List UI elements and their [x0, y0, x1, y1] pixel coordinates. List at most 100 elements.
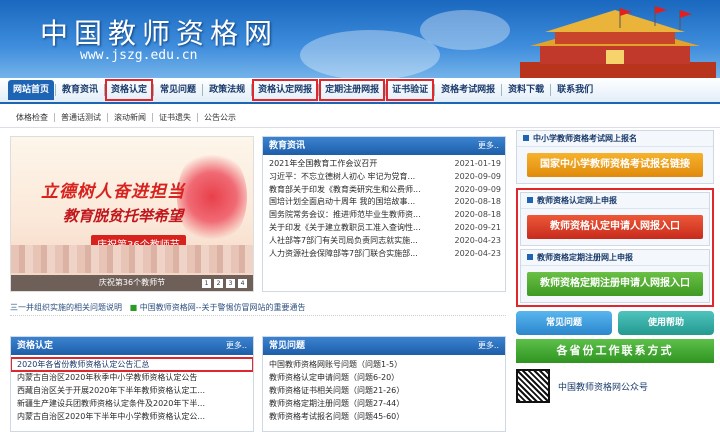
slider-dot[interactable]: 1 — [202, 279, 211, 288]
city-skyline-graphic — [11, 245, 253, 273]
nav-cert-apply[interactable]: 资格认定网报 — [252, 79, 319, 101]
section-title-text: 教师资格认定网上申报 — [537, 196, 617, 205]
faq-button[interactable]: 常见问题 — [516, 311, 612, 335]
subnav-rolling-news[interactable]: 滚动新闻 — [108, 112, 152, 123]
wechat-block: 中国教师资格网公众号 — [516, 369, 714, 403]
ticker-item[interactable]: 中国教师资格网--关于警惕仿冒网站的重要通告 — [140, 303, 306, 312]
list-item[interactable]: 教师资格定期注册问题（问题27-44） — [263, 397, 505, 410]
nav-home[interactable]: 网站首页 — [8, 80, 55, 100]
image-slider[interactable]: 立德树人奋进担当 教育脱贫托举希望 庆祝第36个教师节 庆祝第36个教师节 1 … — [10, 136, 254, 292]
news-row[interactable]: 2021年全国教育工作会议召开 2021-01-19 — [263, 158, 505, 171]
bullet-icon: ■ — [129, 303, 138, 312]
faq-list: 中国教师资格网账号问题（问题1-5） 教师资格认定申请问题（问题6-20） 教师… — [263, 355, 505, 423]
qualification-list: 2020年各省份教师资格认定公告汇总 内蒙古自治区2020年秋季中小学教师资格认… — [11, 355, 253, 423]
highlight-box: 教师资格认定网上申报 教师资格认定申请人网报入口 教师资格定期注册网上申报 教师… — [516, 188, 714, 307]
slider-dot[interactable]: 2 — [214, 279, 223, 288]
nav-divider — [318, 84, 320, 96]
news-row[interactable]: 习近平：不忘立德树人初心 牢记为党育... 2020-09-09 — [263, 171, 505, 184]
news-ticker: 三一并组织实施的相关问题说明 ■ 中国教师资格网--关于警惕仿冒网站的重要通告 — [10, 302, 506, 316]
nav-news[interactable]: 教育资讯 — [57, 80, 103, 100]
section-title-text: 教师资格定期注册网上申报 — [537, 253, 633, 262]
nav-divider — [153, 84, 155, 96]
news-date: 2021-01-19 — [454, 159, 502, 168]
nav-divider — [55, 84, 57, 96]
nav-divider — [501, 84, 503, 96]
subnav-lost-certificate[interactable]: 证书遗失 — [153, 112, 197, 123]
subnav-mandarin-test[interactable]: 普通话测试 — [55, 112, 107, 123]
more-link[interactable]: 更多.. — [478, 337, 505, 355]
help-button[interactable]: 使用帮助 — [618, 311, 714, 335]
quick-buttons: 常见问题 使用帮助 — [516, 311, 714, 335]
nav-qualification[interactable]: 资格认定 — [105, 79, 154, 101]
news-title[interactable]: 人社部等7部门有关司局负责同志就实施... — [269, 235, 449, 248]
list-item[interactable]: 内蒙古自治区2020年下半年中小学教师资格认定公... — [11, 410, 253, 423]
nav-contact[interactable]: 联系我们 — [552, 80, 598, 100]
sub-nav: 体格检查 普通话测试 滚动新闻 证书遗失 公告公示 — [0, 108, 720, 128]
qualification-panel: 资格认定 更多.. 2020年各省份教师资格认定公告汇总 内蒙古自治区2020年… — [10, 336, 254, 432]
news-list: 2021年全国教育工作会议召开 2021-01-19 习近平：不忘立德树人初心 牢… — [263, 155, 505, 260]
nav-divider — [550, 84, 552, 96]
nav-exam-apply[interactable]: 资格考试网报 — [436, 80, 500, 100]
panel-header: 常见问题 更多.. — [263, 337, 505, 355]
news-date: 2020-04-23 — [454, 235, 502, 245]
list-item[interactable]: 西藏自治区关于开展2020年下半年教师资格认定工... — [11, 384, 253, 397]
nav-policy[interactable]: 政策法规 — [204, 80, 250, 100]
list-item[interactable]: 2020年各省份教师资格认定公告汇总 — [11, 357, 253, 372]
list-item[interactable]: 内蒙古自治区2020年秋季中小学教师资格认定公告 — [11, 371, 253, 384]
square-bullet-icon — [527, 197, 533, 203]
news-row[interactable]: 人力资源社会保障部等7部门联合实施部... 2020-04-23 — [263, 248, 505, 261]
news-title[interactable]: 关于印发《关于建立教职员工准入查询性... — [269, 222, 449, 235]
cert-section: 教师资格认定网上申报 教师资格认定申请人网报入口 — [520, 192, 710, 246]
news-title[interactable]: 教育部关于印发《教育类研究生和公费师... — [269, 184, 449, 197]
list-item[interactable]: 中国教师资格网账号问题（问题1-5） — [263, 358, 505, 371]
panel-title: 教育资讯 — [269, 141, 306, 151]
ticker-item[interactable]: 三一并组织实施的相关问题说明 — [10, 303, 122, 312]
panel-header: 教育资讯 更多.. — [263, 137, 505, 155]
section-title: 教师资格定期注册网上申报 — [521, 250, 709, 266]
news-title[interactable]: 人力资源社会保障部等7部门联合实施部... — [269, 248, 449, 261]
cert-apply-button[interactable]: 教师资格认定申请人网报入口 — [527, 215, 703, 239]
news-row[interactable]: 关于印发《关于建立教职员工准入查询性... 2020-09-21 — [263, 222, 505, 235]
list-item[interactable]: 教师资格考试报名问题（问题45-60） — [263, 410, 505, 423]
nav-divider — [251, 84, 253, 96]
registration-section: 教师资格定期注册网上申报 教师资格定期注册申请人网报入口 — [520, 249, 710, 303]
square-bullet-icon — [527, 254, 533, 260]
slider-dot[interactable]: 4 — [238, 279, 247, 288]
list-item[interactable]: 教师资格认定申请问题（问题6-20） — [263, 371, 505, 384]
registration-apply-button[interactable]: 教师资格定期注册申请人网报入口 — [527, 272, 703, 296]
site-title: 中国教师资格网 — [40, 17, 279, 50]
news-title[interactable]: 国务院常务会议：推进师范毕业生教师资... — [269, 209, 449, 222]
nav-registration[interactable]: 定期注册网报 — [319, 79, 386, 101]
nav-cert-verify[interactable]: 证书验证 — [386, 79, 435, 101]
exam-section: 中小学教师资格考试网上报名 国家中小学教师资格考试报名链接 — [516, 130, 714, 184]
subnav-announcements[interactable]: 公告公示 — [198, 112, 242, 123]
more-link[interactable]: 更多.. — [478, 137, 505, 155]
section-title: 中小学教师资格考试网上报名 — [517, 131, 713, 147]
more-link[interactable]: 更多.. — [226, 337, 253, 355]
exam-register-button[interactable]: 国家中小学教师资格考试报名链接 — [527, 153, 703, 177]
news-row[interactable]: 人社部等7部门有关司局负责同志就实施... 2020-04-23 — [263, 235, 505, 248]
tiananmen-illustration — [520, 6, 716, 78]
news-date: 2020-08-18 — [454, 197, 502, 207]
qr-code-icon — [516, 369, 550, 403]
header-banner: 中国教师资格网 www.jszg.edu.cn — [0, 0, 720, 78]
slider-slogan: 立德树人奋进担当 — [41, 182, 185, 202]
section-title-text: 中小学教师资格考试网上报名 — [533, 134, 637, 143]
faq-panel: 常见问题 更多.. 中国教师资格网账号问题（问题1-5） 教师资格认定申请问题（… — [262, 336, 506, 432]
news-row[interactable]: 教育部关于印发《教育类研究生和公费师... 2020-09-09 — [263, 184, 505, 197]
news-title[interactable]: 国培计划全面启动十周年 我的国培故事... — [269, 196, 449, 209]
slider-dot[interactable]: 3 — [226, 279, 235, 288]
news-row[interactable]: 国培计划全面启动十周年 我的国培故事... 2020-08-18 — [263, 196, 505, 209]
nav-faq[interactable]: 常见问题 — [155, 80, 201, 100]
contact-button[interactable]: 各省份工作联系方式 — [516, 339, 714, 363]
panel-header: 资格认定 更多.. — [11, 337, 253, 355]
list-item[interactable]: 新疆生产建设兵团教师资格认定条件及2020年下半... — [11, 397, 253, 410]
news-title[interactable]: 习近平：不忘立德树人初心 牢记为党育... — [269, 171, 449, 184]
subnav-physical-exam[interactable]: 体格检查 — [10, 112, 54, 123]
nav-divider — [434, 84, 436, 96]
nav-downloads[interactable]: 资料下载 — [503, 80, 549, 100]
list-item[interactable]: 教师资格证书相关问题（问题21-26） — [263, 384, 505, 397]
news-row[interactable]: 国务院常务会议：推进师范毕业生教师资... 2020-08-18 — [263, 209, 505, 222]
main-nav: 网站首页 教育资讯 资格认定 常见问题 政策法规 资格认定网报 定期注册网报 证… — [0, 78, 720, 104]
news-title[interactable]: 2021年全国教育工作会议召开 — [269, 158, 449, 171]
